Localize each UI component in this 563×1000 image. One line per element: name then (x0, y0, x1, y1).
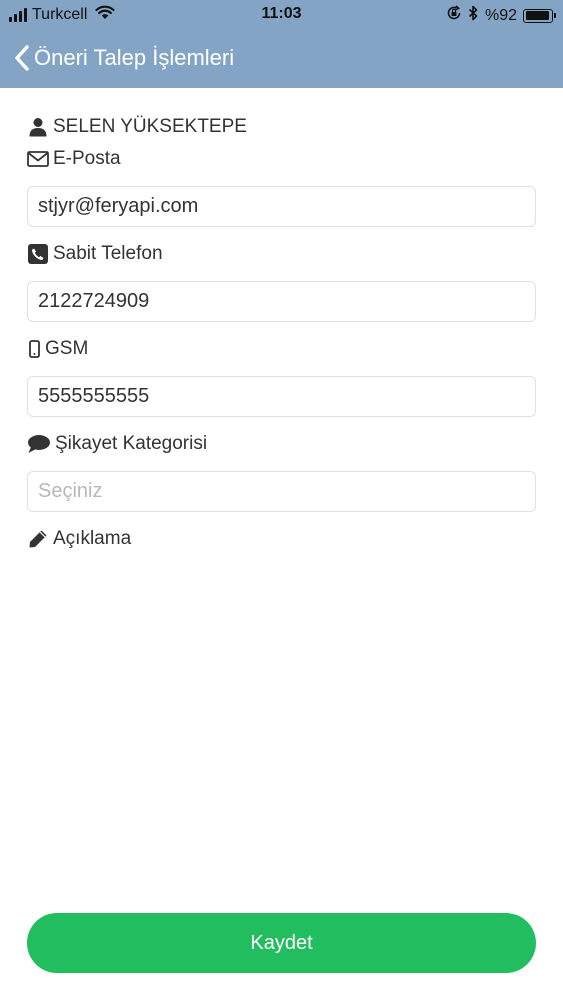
phone-square-icon (27, 243, 49, 265)
battery-percent: %92 (484, 6, 517, 24)
battery-icon (523, 8, 556, 23)
user-icon (27, 116, 49, 138)
page-title: Öneri Talep İşlemleri (34, 45, 235, 70)
app-header: Turkcell 11:03 %92 Öneri Talep İşlemleri (0, 0, 563, 88)
save-button[interactable]: Kaydet (27, 913, 536, 973)
envelope-icon (27, 148, 49, 170)
email-field[interactable] (27, 186, 536, 227)
gsm-field[interactable] (27, 376, 536, 417)
mobile-phone-icon (27, 338, 41, 360)
category-label: Şikayet Kategorisi (27, 429, 536, 459)
comment-icon (27, 433, 51, 455)
landline-label: Sabit Telefon (27, 239, 536, 269)
description-label: Açıklama (27, 524, 536, 554)
landline-field[interactable] (27, 281, 536, 322)
gsm-label: GSM (27, 334, 536, 364)
status-right: %92 (446, 5, 556, 26)
status-bar: Turkcell 11:03 %92 (0, 0, 563, 30)
request-form: SELEN YÜKSEKTEPE E-Posta Sabit Telefon (27, 110, 536, 554)
bluetooth-icon (468, 5, 479, 26)
user-name-row: SELEN YÜKSEKTEPE (27, 110, 536, 144)
category-select[interactable] (27, 471, 536, 512)
orientation-lock-icon (446, 5, 462, 26)
category-label-text: Şikayet Kategorisi (55, 433, 208, 454)
description-label-text: Açıklama (53, 528, 132, 549)
pencil-icon (27, 528, 49, 550)
landline-label-text: Sabit Telefon (53, 243, 163, 264)
back-button[interactable]: Öneri Talep İşlemleri (0, 36, 234, 80)
user-name: SELEN YÜKSEKTEPE (53, 116, 247, 137)
email-label-text: E-Posta (53, 148, 121, 169)
chevron-left-icon (14, 44, 30, 72)
email-label: E-Posta (27, 144, 536, 174)
gsm-label-text: GSM (45, 338, 89, 359)
navigation-bar: Öneri Talep İşlemleri (0, 36, 563, 80)
battery-fill (525, 11, 549, 20)
